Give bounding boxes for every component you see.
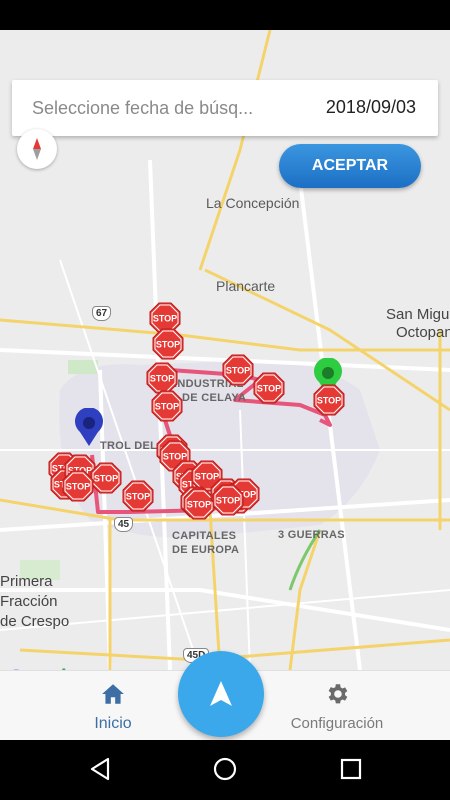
nav-home[interactable]: Inicio xyxy=(38,671,188,741)
svg-text:STOP: STOP xyxy=(94,474,118,484)
back-icon[interactable] xyxy=(88,756,112,782)
selected-date[interactable]: 2018/09/03 xyxy=(326,97,416,118)
place-de-europa: DE EUROPA xyxy=(172,544,240,556)
svg-text:STOP: STOP xyxy=(126,492,150,502)
stop-marker-icon[interactable]: STOP xyxy=(222,354,254,386)
place-plancarte: Plancarte xyxy=(216,278,276,294)
compass-icon xyxy=(33,138,41,160)
route-67-shield: 67 xyxy=(92,306,112,321)
date-search-placeholder[interactable]: Seleccione fecha de búsq... xyxy=(32,98,253,119)
navigate-fab[interactable] xyxy=(178,651,264,737)
date-search-card[interactable]: Seleccione fecha de búsq... 2018/09/03 xyxy=(12,80,438,136)
svg-text:STOP: STOP xyxy=(156,340,180,350)
stop-marker-icon[interactable]: STOP xyxy=(122,480,154,512)
svg-text:STOP: STOP xyxy=(66,482,90,492)
nav-settings-label: Configuración xyxy=(290,715,384,732)
place-tres-guerras: 3 GUERRAS xyxy=(278,529,345,541)
svg-text:STOP: STOP xyxy=(226,366,250,376)
stop-marker-icon[interactable]: STOP xyxy=(313,384,345,416)
stop-marker-icon[interactable]: STOP xyxy=(62,470,94,502)
place-fraccion: Fracción xyxy=(0,593,58,610)
stop-marker-icon[interactable]: STOP xyxy=(212,484,244,516)
route-45-shield: 45 xyxy=(114,517,134,532)
home-icon xyxy=(102,684,124,704)
accept-button[interactable]: ACEPTAR xyxy=(279,144,421,188)
place-de-crespo: de Crespo xyxy=(0,613,70,630)
place-la-concepcion: La Concepción xyxy=(206,195,300,211)
svg-text:STOP: STOP xyxy=(187,500,211,510)
gear-icon xyxy=(328,684,348,704)
recents-icon[interactable] xyxy=(339,756,363,782)
start-marker-icon[interactable] xyxy=(72,408,106,448)
stop-marker-icon[interactable]: STOP xyxy=(152,328,184,360)
nav-settings[interactable]: Configuración xyxy=(262,671,412,741)
place-octopan: Octopan xyxy=(396,324,450,341)
system-navigation-bar xyxy=(0,740,450,800)
place-primera: Primera xyxy=(0,573,53,590)
svg-text:STOP: STOP xyxy=(216,496,240,506)
place-capitales: CAPITALES xyxy=(172,530,237,542)
place-de-celaya: DE CELAYA xyxy=(182,392,247,404)
svg-text:STOP: STOP xyxy=(257,384,281,394)
stop-marker-icon[interactable]: STOP xyxy=(151,390,183,422)
svg-text:STOP: STOP xyxy=(155,402,179,412)
stop-marker-icon[interactable]: STOP xyxy=(90,462,122,494)
home-circle-icon[interactable] xyxy=(212,756,238,782)
svg-text:STOP: STOP xyxy=(150,374,174,384)
nav-home-label: Inicio xyxy=(94,715,132,732)
svg-text:STOP: STOP xyxy=(317,396,341,406)
stop-marker-icon[interactable]: STOP xyxy=(253,372,285,404)
place-san-miguel: San Migu xyxy=(386,306,450,323)
svg-text:STOP: STOP xyxy=(153,314,177,324)
compass-button[interactable] xyxy=(17,129,57,169)
navigation-arrow-icon xyxy=(210,681,232,706)
status-bar xyxy=(0,0,450,30)
